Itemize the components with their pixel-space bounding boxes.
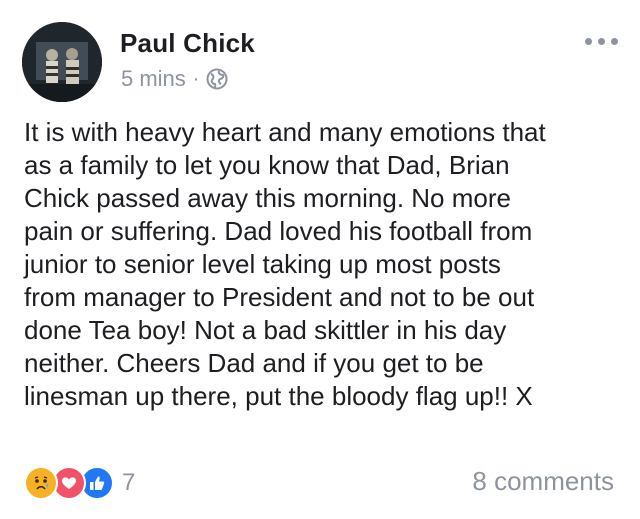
globe-icon[interactable] [206, 68, 228, 90]
meta-separator: · [192, 67, 200, 90]
dot [611, 38, 618, 45]
comments-count-link[interactable]: 8 comments [472, 466, 614, 497]
dot [585, 38, 592, 45]
dot [598, 38, 605, 45]
post-text: It is with heavy heart and many emotions… [24, 117, 546, 411]
post-meta: 5 mins · [121, 66, 228, 92]
reactions-summary[interactable]: 7 [24, 466, 135, 500]
more-dots-icon[interactable] [585, 38, 618, 45]
reaction-count: 7 [122, 469, 136, 496]
sad-reaction-icon [24, 466, 58, 500]
post-timestamp[interactable]: 5 mins [121, 66, 186, 92]
avatar[interactable] [22, 22, 102, 102]
author-name[interactable]: Paul Chick [120, 28, 255, 59]
